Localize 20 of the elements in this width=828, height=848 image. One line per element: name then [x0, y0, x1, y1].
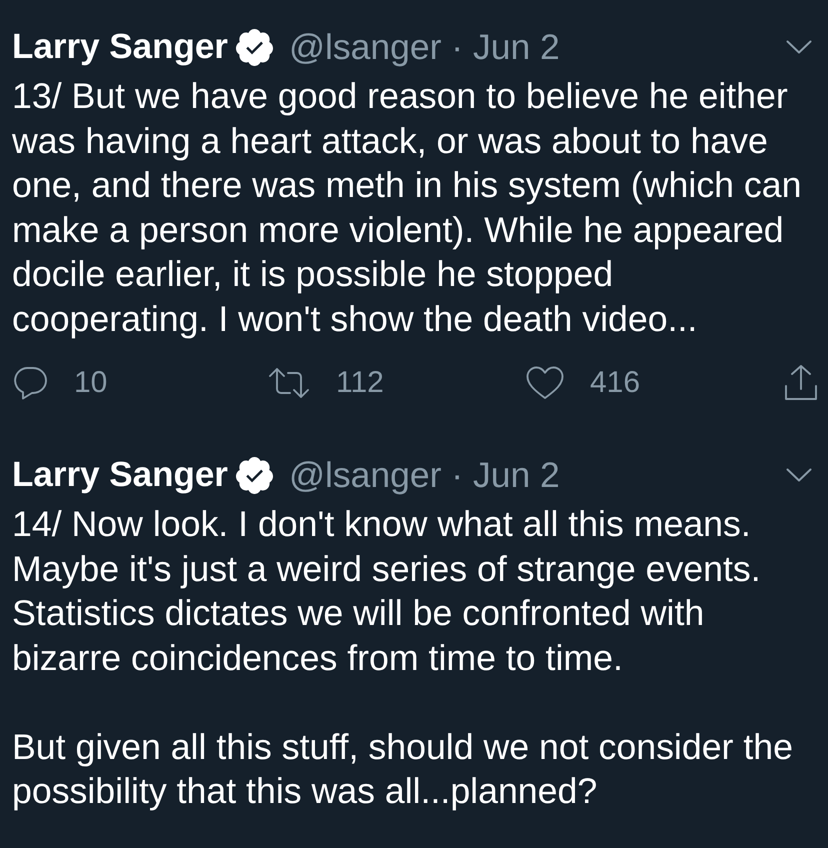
- heart-icon: [526, 366, 564, 400]
- tweet-text: 14/ Now look. I don't know what all this means. Maybe it's just a weird series of strange events. Statistics dictates we will be confronted with bizarre coincidences from time to time.: [12, 503, 762, 680]
- author-name[interactable]: Larry Sanger: [12, 27, 228, 67]
- like-button[interactable]: 416: [526, 365, 640, 401]
- handle-and-date: @lsanger · Jun 2: [288, 455, 560, 495]
- action-count: 416: [590, 365, 640, 401]
- handle-and-date: @lsanger · Jun 2: [288, 27, 560, 67]
- retweet-button[interactable]: 112: [268, 365, 384, 401]
- action-count: 112: [336, 365, 384, 401]
- reply-bubble-icon: [12, 366, 48, 400]
- share-icon: [784, 364, 818, 402]
- share-button[interactable]: [784, 364, 818, 402]
- action-count: 10: [74, 365, 108, 401]
- tweet-text: But given all this stuff, should we not consider the possibility that this was all...planned?: [12, 726, 794, 813]
- chevron-down-icon[interactable]: [786, 468, 812, 482]
- author-name[interactable]: Larry Sanger: [12, 455, 228, 495]
- tweet-text: 13/ But we have good reason to believe he either was having a heart attack, or was about to have one, and there was meth in his system (which can make a person more violent). While he appeared docile earlier, it is possible he stopped cooperating. I won't show the death video...: [12, 75, 802, 340]
- chevron-down-icon[interactable]: [786, 40, 812, 54]
- reply-button[interactable]: 10: [12, 365, 108, 401]
- retweet-arrows-icon: [268, 366, 310, 400]
